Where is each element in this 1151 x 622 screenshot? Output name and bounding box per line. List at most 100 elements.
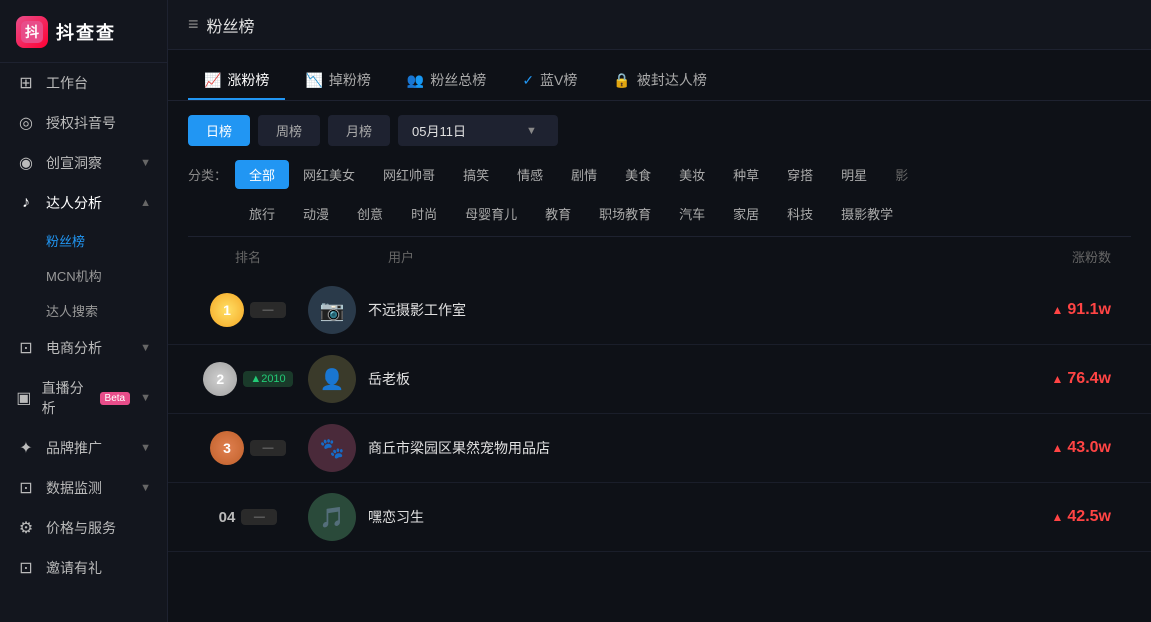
table-row[interactable]: 2 ▲2010 👤 岳老板 ▲ 76.4w: [168, 345, 1151, 414]
category-food[interactable]: 美食: [611, 160, 665, 189]
topbar: ≡ 粉丝榜: [168, 0, 1151, 50]
beta-badge: Beta: [100, 392, 131, 405]
table-row[interactable]: 3 — 🐾 商丘市梁园区果然宠物用品店 ▲ 43.0w: [168, 414, 1151, 483]
ecommerce-chevron: ▼: [140, 342, 151, 354]
table-row[interactable]: 1 — 📷 不远摄影工作室 ▲ 91.1w: [168, 276, 1151, 345]
header-fans: 涨粉数: [971, 247, 1131, 266]
avatar-4: 🎵: [308, 493, 356, 541]
category-emotion[interactable]: 情感: [503, 160, 557, 189]
rank-num-4: 04: [219, 509, 236, 526]
category-education[interactable]: 教育: [531, 199, 585, 228]
category-workplace[interactable]: 职场教育: [585, 199, 665, 228]
rank-tag-3: —: [250, 440, 286, 456]
sidebar-item-live[interactable]: ▣ 直播分析 Beta ▼: [0, 368, 167, 428]
tab-fans-total[interactable]: 👥 粉丝总榜: [391, 62, 502, 100]
workspace-icon: ⊞: [16, 73, 36, 93]
live-chevron: ▼: [140, 392, 151, 404]
category-creative[interactable]: 创意: [343, 199, 397, 228]
category-tech[interactable]: 科技: [773, 199, 827, 228]
sidebar-item-monitor[interactable]: ⊡ 数据监测 ▼: [0, 468, 167, 508]
category-all[interactable]: 全部: [235, 160, 289, 189]
fans-down-icon: 📉: [305, 72, 322, 89]
username-1: 不远摄影工作室: [368, 300, 466, 320]
sidebar-item-talent[interactable]: ♪ 达人分析 ▲: [0, 183, 167, 223]
category-home[interactable]: 家居: [719, 199, 773, 228]
header-user: 用户: [308, 247, 971, 266]
tab-fans-down[interactable]: 📉 掉粉榜: [289, 62, 386, 100]
username-3: 商丘市梁园区果然宠物用品店: [368, 438, 550, 458]
tab-fans-up[interactable]: 📈 涨粉榜: [188, 62, 285, 100]
menu-icon: ≡: [188, 14, 199, 35]
weekly-btn[interactable]: 周榜: [258, 115, 320, 146]
category-grass[interactable]: 种草: [719, 160, 773, 189]
tab-blue-v[interactable]: ✓ 蓝V榜: [506, 62, 593, 100]
monitor-chevron: ▼: [140, 482, 151, 494]
table-row[interactable]: 04 — 🎵 嘿恋习生 ▲ 42.5w: [168, 483, 1151, 552]
category-travel[interactable]: 旅行: [235, 199, 289, 228]
logo-text: 抖查查: [56, 19, 116, 45]
monthly-btn[interactable]: 月榜: [328, 115, 390, 146]
sidebar-item-workspace[interactable]: ⊞ 工作台: [0, 63, 167, 103]
category-anime[interactable]: 动漫: [289, 199, 343, 228]
sidebar-item-ecommerce[interactable]: ⊡ 电商分析 ▼: [0, 328, 167, 368]
category-car[interactable]: 汽车: [665, 199, 719, 228]
category-drama[interactable]: 剧情: [557, 160, 611, 189]
category-beauty-girl[interactable]: 网红美女: [289, 160, 369, 189]
rank-tag-4: —: [241, 509, 277, 525]
category-makeup[interactable]: 美妆: [665, 160, 719, 189]
tabs-row: 📈 涨粉榜 📉 掉粉榜 👥 粉丝总榜 ✓ 蓝V榜 🔒 被封达人榜: [168, 50, 1151, 101]
table-header: 排名 用户 涨粉数: [168, 237, 1151, 276]
sidebar-item-brand[interactable]: ✦ 品牌推广 ▼: [0, 428, 167, 468]
chuang-icon: ◉: [16, 153, 36, 173]
price-icon: ⚙: [16, 518, 36, 538]
avatar-2: 👤: [308, 355, 356, 403]
user-cell-4: 🎵 嘿恋习生: [308, 493, 971, 541]
fans-up-arrow-4: ▲: [1052, 510, 1064, 524]
sidebar-item-chuang[interactable]: ◉ 创宣洞察 ▼: [0, 143, 167, 183]
tab-banned[interactable]: 🔒 被封达人榜: [597, 62, 722, 100]
username-2: 岳老板: [368, 369, 410, 389]
svg-text:抖: 抖: [25, 24, 39, 40]
rank-tag-2: ▲2010: [243, 371, 292, 387]
category-fashion[interactable]: 穿搭: [773, 160, 827, 189]
main-content: ≡ 粉丝榜 📈 涨粉榜 📉 掉粉榜 👥 粉丝总榜 ✓ 蓝V榜 🔒: [168, 0, 1151, 622]
sidebar-item-auth[interactable]: ◎ 授权抖音号: [0, 103, 167, 143]
avatar-3: 🐾: [308, 424, 356, 472]
category-more: 影: [881, 160, 922, 189]
fans-cell-1: ▲ 91.1w: [971, 301, 1131, 319]
date-picker[interactable]: 05月11日 ▼: [398, 115, 558, 146]
category-celeb[interactable]: 明星: [827, 160, 881, 189]
user-cell-3: 🐾 商丘市梁园区果然宠物用品店: [308, 424, 971, 472]
rank-cell-2: 2 ▲2010: [188, 362, 308, 396]
page-title: 粉丝榜: [207, 13, 255, 37]
banned-icon: 🔒: [613, 72, 630, 89]
category-photo[interactable]: 摄影教学: [827, 199, 907, 228]
brand-chevron: ▼: [140, 442, 151, 454]
category-funny[interactable]: 搞笑: [449, 160, 503, 189]
rank-medal-3: 3: [210, 431, 244, 465]
daily-btn[interactable]: 日榜: [188, 115, 250, 146]
ecommerce-icon: ⊡: [16, 338, 36, 358]
content-area: 📈 涨粉榜 📉 掉粉榜 👥 粉丝总榜 ✓ 蓝V榜 🔒 被封达人榜 日榜: [168, 50, 1151, 622]
rank-cell-4: 04 —: [188, 509, 308, 526]
sidebar-item-talent-search[interactable]: 达人搜索: [0, 293, 167, 328]
fans-up-arrow-2: ▲: [1052, 372, 1064, 386]
logo: 抖 抖查查: [0, 0, 167, 63]
category-handsome-boy[interactable]: 网红帅哥: [369, 160, 449, 189]
date-value: 05月11日: [412, 121, 466, 140]
talent-chevron: ▲: [140, 197, 151, 209]
category-parenting[interactable]: 母婴育儿: [451, 199, 531, 228]
chuang-chevron: ▼: [140, 157, 151, 169]
rank-cell-3: 3 —: [188, 431, 308, 465]
sidebar-item-fans-rank[interactable]: 粉丝榜: [0, 223, 167, 258]
rank-medal-1: 1: [210, 293, 244, 327]
sidebar-item-invite[interactable]: ⊡ 邀请有礼: [0, 548, 167, 588]
sidebar: 抖 抖查查 ⊞ 工作台 ◎ 授权抖音号 ◉ 创宣洞察 ▼ ♪ 达人分析 ▲ 粉丝…: [0, 0, 168, 622]
sidebar-item-price[interactable]: ⚙ 价格与服务: [0, 508, 167, 548]
sidebar-item-mcn[interactable]: MCN机构: [0, 258, 167, 293]
rank-tag-1: —: [250, 302, 286, 318]
category-style[interactable]: 时尚: [397, 199, 451, 228]
fans-total-icon: 👥: [407, 72, 424, 89]
category-label: 分类：: [188, 165, 227, 184]
logo-icon: 抖: [16, 16, 48, 48]
